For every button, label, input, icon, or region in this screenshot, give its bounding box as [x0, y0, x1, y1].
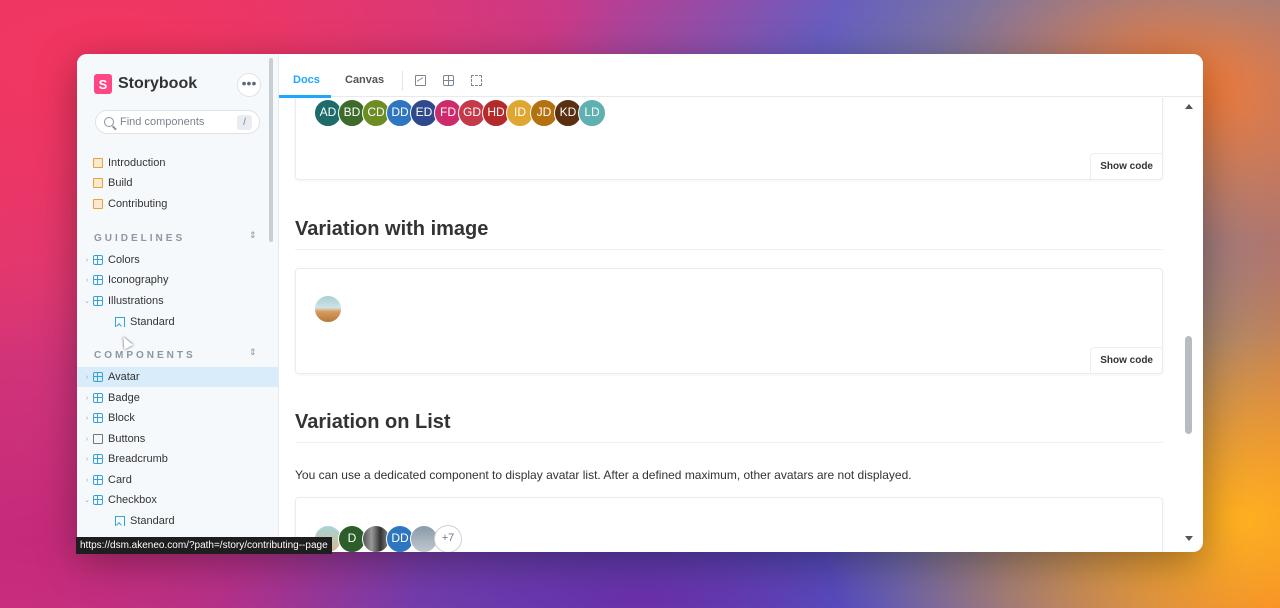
tab-docs[interactable]: Docs [293, 74, 320, 86]
section-heading-image: Variation with image [295, 218, 1163, 250]
sidebar-item-block[interactable]: › Block [77, 408, 278, 428]
folder-icon [93, 434, 103, 444]
sidebar-menu-button[interactable]: ••• [237, 73, 261, 97]
document-icon [93, 199, 103, 209]
sidebar-item-colors[interactable]: › Colors [77, 250, 278, 270]
sidebar-item-label: Buttons [108, 433, 146, 445]
search-shortcut: / [237, 115, 252, 130]
avatar: LD [578, 99, 606, 127]
sidebar-item-card[interactable]: › Card [77, 470, 278, 490]
avatar-photo [314, 295, 342, 323]
tab-canvas[interactable]: Canvas [345, 74, 384, 86]
scroll-down-icon[interactable] [1185, 536, 1193, 541]
sidebar-item-contributing[interactable]: Contributing [77, 194, 278, 214]
grid-icon[interactable] [443, 75, 454, 86]
component-icon [93, 495, 103, 505]
status-bar-url: https://dsm.akeneo.com/?path=/story/cont… [76, 537, 332, 554]
bookmark-icon [115, 317, 125, 327]
sidebar-scrollbar[interactable] [269, 58, 273, 242]
sidebar-item-label: Standard [130, 316, 175, 328]
bookmark-icon [115, 516, 125, 526]
chevron-right-icon: › [85, 455, 89, 463]
image-icon[interactable] [415, 75, 426, 86]
toolbar: Docs Canvas [279, 54, 1203, 98]
docs-content: AD BD CD DD ED FD GD HD ID JD KD LD Show code Varia… [279, 98, 1203, 552]
section-heading-list: Variation on List [295, 411, 1163, 443]
more-avatars-badge: +7 [434, 525, 462, 552]
chevron-right-icon: › [85, 435, 89, 443]
sidebar-item-label: Colors [108, 254, 140, 266]
sidebar-item-label: Badge [108, 392, 140, 404]
sidebar-item-badge[interactable]: › Badge [77, 388, 278, 408]
document-icon [93, 178, 103, 188]
component-icon [93, 275, 103, 285]
component-icon [93, 372, 103, 382]
show-code-button[interactable]: Show code [1090, 153, 1162, 179]
sidebar-item-label: Standard [130, 515, 175, 527]
chevron-right-icon: › [85, 256, 89, 264]
component-icon [93, 255, 103, 265]
chevron-right-icon: › [85, 476, 89, 484]
preview-avatar-list: D DD +7 [295, 497, 1163, 552]
sidebar-item-label: Block [108, 412, 135, 424]
sidebar-item-label: Build [108, 177, 133, 189]
brand-title: Storybook [118, 75, 198, 92]
sidebar-item-buttons[interactable]: › Buttons [77, 429, 278, 449]
sidebar-item-label: Illustrations [108, 295, 164, 307]
preview-avatar-group: AD BD CD DD ED FD GD HD ID JD KD LD Show code [295, 98, 1163, 180]
document-icon [93, 158, 103, 168]
sidebar-item-build[interactable]: Build [77, 173, 278, 193]
sidebar-item-breadcrumb[interactable]: › Breadcrumb [77, 449, 278, 469]
storybook-logo-icon: S [94, 74, 112, 94]
component-icon [93, 413, 103, 423]
search-icon [104, 117, 114, 127]
sidebar-item-introduction[interactable]: Introduction [77, 153, 278, 173]
chevron-down-icon: ⌄ [84, 298, 90, 305]
avatar-group: AD BD CD DD ED FD GD HD ID JD KD LD [314, 99, 606, 127]
sidebar-item-label: Breadcrumb [108, 453, 168, 465]
brand[interactable]: S Storybook [94, 74, 197, 94]
component-icon [93, 393, 103, 403]
search-input[interactable] [120, 116, 230, 128]
sidebar-item-label: Introduction [108, 157, 166, 169]
main-panel: Docs Canvas AD BD CD DD ED FD GD HD ID JD KD LD Sho… [279, 54, 1203, 552]
chevron-down-icon: ⌄ [84, 497, 90, 504]
main-scrollbar[interactable] [1185, 336, 1192, 434]
sidebar-item-label: Avatar [108, 371, 140, 383]
component-icon [93, 454, 103, 464]
search-box: / [95, 110, 260, 134]
sidebar-item-iconography[interactable]: › Iconography [77, 270, 278, 290]
chevron-right-icon: › [85, 394, 89, 402]
sidebar-item-checkbox-standard[interactable]: Standard [77, 511, 278, 531]
component-icon [93, 475, 103, 485]
expand-collapse-icon[interactable]: ⇕ [249, 347, 257, 358]
preview-avatar-image: Show code [295, 268, 1163, 374]
scroll-up-icon[interactable] [1185, 104, 1193, 109]
sidebar-item-label: Iconography [108, 274, 169, 286]
section-title-guidelines: GUIDELINES [94, 233, 186, 244]
component-icon [93, 296, 103, 306]
sidebar-item-illustrations-standard[interactable]: Standard [77, 312, 278, 332]
outline-icon[interactable] [471, 75, 482, 86]
mouse-cursor-icon [118, 334, 134, 350]
chevron-right-icon: › [85, 276, 89, 284]
chevron-right-icon: › [85, 414, 89, 422]
storybook-window: S Storybook ••• / Introduction Build Con… [77, 54, 1203, 552]
sidebar-item-label: Checkbox [108, 494, 157, 506]
avatar-list: D DD +7 [314, 525, 462, 552]
toolbar-divider [402, 71, 403, 91]
chevron-right-icon: › [85, 373, 89, 381]
sidebar: S Storybook ••• / Introduction Build Con… [77, 54, 279, 552]
sidebar-item-checkbox[interactable]: ⌄ Checkbox [77, 490, 278, 510]
expand-collapse-icon[interactable]: ⇕ [249, 230, 257, 241]
section-title-components: COMPONENTS [94, 350, 196, 361]
show-code-button[interactable]: Show code [1090, 347, 1162, 373]
sidebar-item-avatar[interactable]: › Avatar [77, 367, 278, 387]
section-description: You can use a dedicated component to dis… [295, 468, 912, 482]
sidebar-item-illustrations[interactable]: ⌄ Illustrations [77, 291, 278, 311]
sidebar-item-label: Card [108, 474, 132, 486]
sidebar-item-label: Contributing [108, 198, 168, 210]
